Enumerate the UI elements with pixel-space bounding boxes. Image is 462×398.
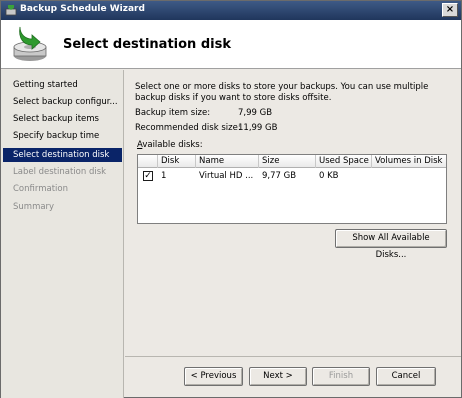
- footer-divider: [125, 356, 461, 357]
- finish-button: Finish: [312, 367, 370, 386]
- cell-disk: 1: [161, 171, 167, 181]
- next-button[interactable]: Next >: [249, 367, 307, 386]
- column-header-used-space[interactable]: Used Space: [316, 155, 372, 168]
- cell-size: 9,77 GB: [262, 171, 297, 181]
- nav-step-getting-started[interactable]: Getting started: [3, 78, 122, 92]
- disks-table[interactable]: Disk Name Size Used Space Volumes in Dis…: [137, 154, 447, 224]
- column-header-check: [138, 155, 158, 168]
- nav-step-select-backup-configuration[interactable]: Select backup configur...: [3, 95, 122, 109]
- backup-disk-icon: [13, 26, 47, 61]
- wizard-window: Backup Schedule Wizard × Select destinat…: [0, 0, 462, 398]
- cell-used-space: 0 KB: [319, 171, 339, 181]
- content-pane: Select one or more disks to store your b…: [125, 70, 461, 357]
- wizard-header: Select destination disk: [1, 20, 461, 69]
- disk-select-checkbox[interactable]: ✓: [143, 171, 153, 181]
- close-button[interactable]: ×: [442, 3, 458, 17]
- column-header-size[interactable]: Size: [259, 155, 316, 168]
- backup-app-icon: [5, 5, 17, 16]
- available-disks-label: Available disks:: [137, 140, 203, 150]
- nav-step-specify-backup-time[interactable]: Specify backup time: [3, 129, 122, 143]
- available-disks-label-text: vailable disks:: [142, 140, 203, 150]
- title-bar[interactable]: Backup Schedule Wizard ×: [1, 1, 461, 20]
- cell-volumes-in-disk: [372, 170, 446, 182]
- recommended-disk-size-value: 11,99 GB: [238, 123, 278, 133]
- backup-item-size-label: Backup item size:: [135, 108, 211, 118]
- table-header: Disk Name Size Used Space Volumes in Dis…: [138, 155, 446, 168]
- page-title: Select destination disk: [63, 37, 231, 52]
- nav-step-summary: Summary: [13, 202, 55, 212]
- show-all-available-disks-button[interactable]: Show All Available Disks...: [335, 229, 447, 260]
- recommended-disk-size-label: Recommended disk size:: [135, 123, 241, 133]
- previous-button[interactable]: < Previous: [184, 367, 243, 386]
- nav-step-label-destination-disk: Label destination disk: [13, 167, 107, 177]
- column-header-disk[interactable]: Disk: [158, 155, 196, 168]
- cancel-button[interactable]: Cancel: [376, 367, 436, 386]
- cell-name: Virtual HD ...: [199, 171, 254, 181]
- intro-text: Select one or more disks to store your b…: [135, 82, 429, 103]
- column-header-volumes-in-disk[interactable]: Volumes in Disk: [372, 155, 446, 168]
- nav-step-select-destination-disk[interactable]: Select destination disk: [3, 148, 122, 162]
- window-title: Backup Schedule Wizard: [20, 4, 145, 14]
- nav-step-select-backup-items[interactable]: Select backup items: [3, 112, 122, 126]
- column-header-name[interactable]: Name: [196, 155, 259, 168]
- backup-item-size-value: 7,99 GB: [238, 108, 273, 118]
- wizard-steps-nav: Getting started Select backup configur..…: [1, 70, 124, 398]
- nav-step-confirmation: Confirmation: [13, 184, 68, 194]
